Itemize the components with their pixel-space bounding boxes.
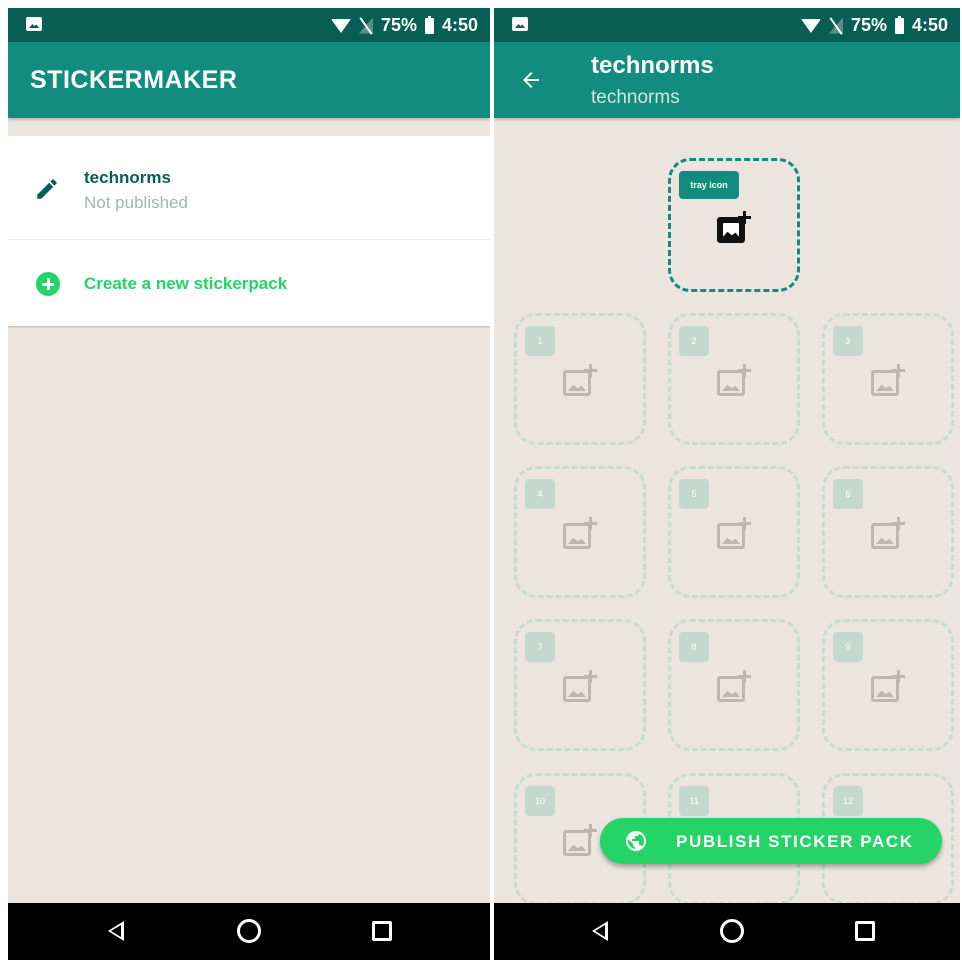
add-image-icon (717, 364, 751, 396)
sticker-slot-number: 12 (833, 786, 863, 816)
sticker-slot[interactable]: 2 (668, 313, 800, 445)
add-image-icon (563, 670, 597, 702)
sticker-slot-number: 2 (679, 326, 709, 356)
sticker-slot[interactable]: 1 (514, 313, 646, 445)
nav-back-icon[interactable] (108, 921, 124, 941)
nav-home-icon[interactable] (237, 919, 261, 943)
stickermaker-home-screen: 75% 4:50 STICKERMAKER technorms Not publ… (8, 8, 490, 960)
sticker-slot[interactable]: 8 (668, 619, 800, 751)
create-stickerpack-button[interactable]: Create a new stickerpack (8, 240, 490, 326)
battery-percent: 75% (850, 15, 887, 35)
status-time: 4:50 (441, 15, 478, 35)
sticker-slot[interactable]: 4 (514, 466, 646, 598)
sticker-slot-number: 3 (833, 326, 863, 356)
wifi-icon (800, 18, 821, 33)
pack-name: technorms (84, 168, 171, 187)
nav-home-icon[interactable] (720, 919, 744, 943)
add-image-icon (717, 211, 751, 243)
add-image-icon (717, 517, 751, 549)
pencil-icon[interactable] (34, 176, 60, 202)
sticker-slot[interactable]: 7 (514, 619, 646, 751)
sticker-slot-number: 1 (525, 326, 555, 356)
sticker-pack-list: technorms Not published Create a new sti… (8, 136, 490, 326)
sticker-slot-number: 7 (525, 632, 555, 662)
sticker-slot-number: 11 (679, 786, 709, 816)
sticker-slot[interactable]: 5 (668, 466, 800, 598)
app-title: STICKERMAKER (30, 66, 238, 94)
add-circle-icon (36, 272, 60, 296)
sticker-slot[interactable]: 6 (822, 466, 954, 598)
add-image-icon (563, 824, 597, 856)
navigation-bar (8, 903, 490, 960)
no-signal-icon (359, 18, 373, 34)
add-image-icon (563, 364, 597, 396)
image-notification-icon (26, 17, 42, 31)
status-time: 4:50 (911, 15, 948, 35)
no-signal-icon (829, 18, 843, 34)
wifi-icon (330, 18, 351, 33)
pack-status: Not published (84, 193, 188, 212)
sticker-slot[interactable]: 3 (822, 313, 954, 445)
nav-recents-icon[interactable] (372, 921, 392, 941)
publish-label: PUBLISH STICKER PACK (676, 832, 914, 851)
battery-icon (424, 15, 434, 34)
create-stickerpack-label: Create a new stickerpack (84, 274, 288, 293)
battery-icon (894, 15, 904, 34)
app-bar: STICKERMAKER (8, 42, 490, 118)
sticker-slot[interactable]: 9 (822, 619, 954, 751)
status-bar: 75% 4:50 (8, 8, 490, 42)
navigation-bar (494, 903, 960, 960)
pack-subtitle: technorms (591, 87, 680, 108)
add-image-icon (563, 517, 597, 549)
sticker-slot-number: 6 (833, 479, 863, 509)
list-item[interactable]: technorms Not published (8, 136, 490, 240)
battery-percent: 75% (380, 15, 417, 35)
sticker-slot-number: 4 (525, 479, 555, 509)
add-image-icon (871, 364, 905, 396)
sticker-slot-number: 5 (679, 479, 709, 509)
add-image-icon (717, 670, 751, 702)
globe-icon (626, 831, 646, 851)
sticker-pack-editor-screen: 75% 4:50 technorms technorms tray icon 1… (494, 8, 960, 960)
add-image-icon (871, 517, 905, 549)
tray-icon-slot[interactable]: tray icon (668, 158, 800, 292)
tray-icon-label: tray icon (679, 171, 739, 199)
publish-sticker-pack-button[interactable]: PUBLISH STICKER PACK (600, 818, 942, 864)
back-arrow-icon[interactable] (518, 68, 544, 92)
add-image-icon (871, 670, 905, 702)
sticker-slot-number: 8 (679, 632, 709, 662)
sticker-slot-number: 9 (833, 632, 863, 662)
pack-title: technorms (591, 52, 714, 79)
sticker-slot-number: 10 (525, 786, 555, 816)
nav-back-icon[interactable] (592, 921, 608, 941)
image-notification-icon (512, 17, 528, 31)
nav-recents-icon[interactable] (855, 921, 875, 941)
app-bar: technorms technorms (494, 42, 960, 118)
status-bar: 75% 4:50 (494, 8, 960, 42)
